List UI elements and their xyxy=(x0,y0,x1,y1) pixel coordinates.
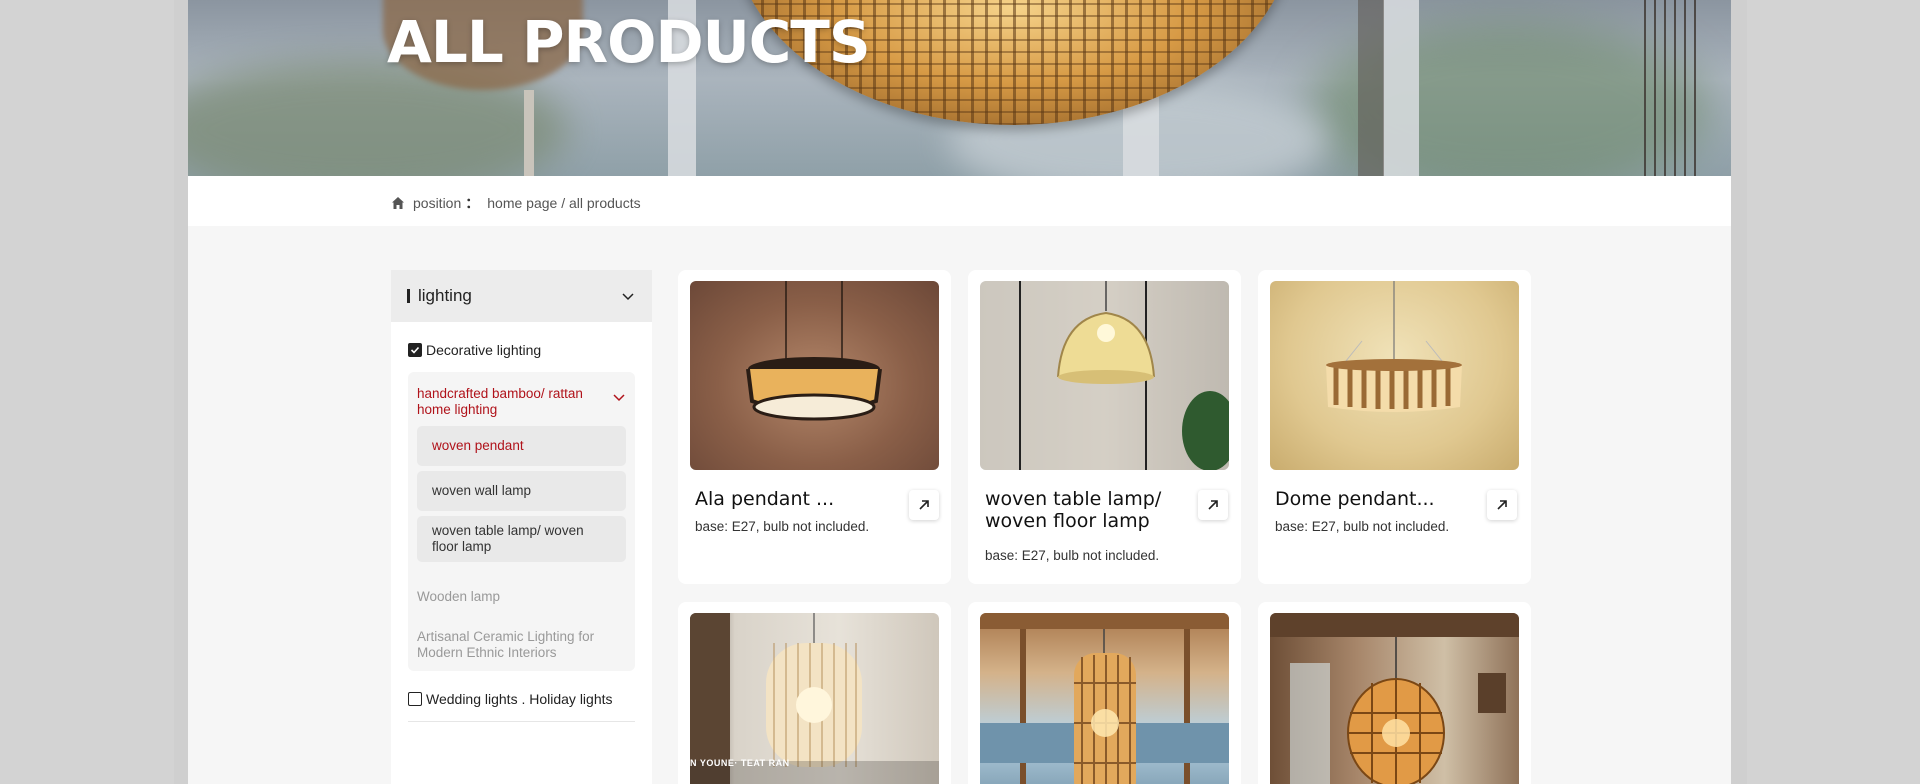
accent-bar xyxy=(407,289,410,303)
image-caption: N YOUNE· TEAT RAN xyxy=(690,758,790,768)
product-card[interactable]: Ala pendant ... base: E27, bulb not incl… xyxy=(678,270,951,584)
product-description: base: E27, bulb not included. xyxy=(695,519,870,534)
sidebar-item-woven-table-floor-lamp[interactable]: woven table lamp/ woven floor lamp xyxy=(417,516,626,562)
product-card[interactable]: woven table lamp/ woven floor lamp base:… xyxy=(968,270,1241,584)
breadcrumb-label: position xyxy=(413,195,462,211)
sidebar-item-wooden-lamp[interactable]: Wooden lamp xyxy=(417,567,626,605)
page-content: ALL PRODUCTS position ： home page / all … xyxy=(188,0,1731,784)
product-image[interactable] xyxy=(980,281,1229,470)
divider xyxy=(408,721,635,722)
filter-decorative-lighting[interactable]: Decorative lighting xyxy=(391,342,652,358)
subcategory-header[interactable]: handcrafted bamboo/ rattan home lighting xyxy=(417,380,626,426)
breadcrumb-bar: position ： home page / all products xyxy=(188,176,1731,226)
sidebar-item-ceramic-lighting[interactable]: Artisanal Ceramic Lighting for Modern Et… xyxy=(417,605,626,661)
sidebar-category-title: lighting xyxy=(418,286,472,305)
product-image[interactable] xyxy=(1270,281,1519,470)
product-image[interactable]: N YOUNE· TEAT RAN xyxy=(690,613,939,784)
checkbox-unchecked-icon[interactable] xyxy=(408,692,422,706)
subcategory-label: handcrafted bamboo/ rattan home lighting xyxy=(417,386,583,417)
filter-label: Decorative lighting xyxy=(426,342,542,358)
product-card[interactable] xyxy=(1258,602,1531,784)
filter-wedding-holiday-lights[interactable]: Wedding lights . Holiday lights xyxy=(391,691,652,707)
page-frame: ALL PRODUCTS position ： home page / all … xyxy=(174,0,1747,784)
product-title[interactable]: Ala pendant ... xyxy=(695,488,895,510)
open-product-button[interactable] xyxy=(909,490,939,520)
product-description: base: E27, bulb not included. xyxy=(1275,519,1450,534)
chevron-down-icon xyxy=(613,394,625,402)
page-title: ALL PRODUCTS xyxy=(387,8,871,76)
product-description: base: E27, bulb not included. xyxy=(985,548,1160,563)
product-title[interactable]: woven table lamp/ woven floor lamp xyxy=(985,488,1175,532)
checkbox-checked-icon[interactable] xyxy=(408,343,422,357)
breadcrumb-path[interactable]: home page / all products xyxy=(487,195,640,211)
open-product-button[interactable] xyxy=(1487,490,1517,520)
product-image[interactable] xyxy=(1270,613,1519,784)
chevron-down-icon xyxy=(622,293,634,301)
category-sidebar: lighting Decorative lighting handcrafted… xyxy=(391,270,652,784)
subcategory-panel: handcrafted bamboo/ rattan home lighting… xyxy=(408,372,635,671)
product-card[interactable] xyxy=(968,602,1241,784)
breadcrumb: position ： home page / all products xyxy=(391,193,641,213)
sidebar-category-header[interactable]: lighting xyxy=(391,270,652,322)
home-icon xyxy=(392,197,404,209)
sidebar-item-woven-pendant[interactable]: woven pendant xyxy=(417,426,626,466)
hero-banner: ALL PRODUCTS xyxy=(188,0,1731,176)
product-card[interactable]: N YOUNE· TEAT RAN xyxy=(678,602,951,784)
product-image[interactable] xyxy=(980,613,1229,784)
arrow-up-right-icon xyxy=(1497,500,1507,510)
filter-label: Wedding lights . Holiday lights xyxy=(426,691,613,707)
arrow-up-right-icon xyxy=(919,500,929,510)
product-image[interactable] xyxy=(690,281,939,470)
sidebar-item-woven-wall-lamp[interactable]: woven wall lamp xyxy=(417,471,626,511)
breadcrumb-separator: ： xyxy=(465,195,480,211)
open-product-button[interactable] xyxy=(1198,490,1228,520)
arrow-up-right-icon xyxy=(1208,500,1218,510)
product-title[interactable]: Dome pendant... xyxy=(1275,488,1475,510)
product-card[interactable]: Dome pendant... base: E27, bulb not incl… xyxy=(1258,270,1531,584)
